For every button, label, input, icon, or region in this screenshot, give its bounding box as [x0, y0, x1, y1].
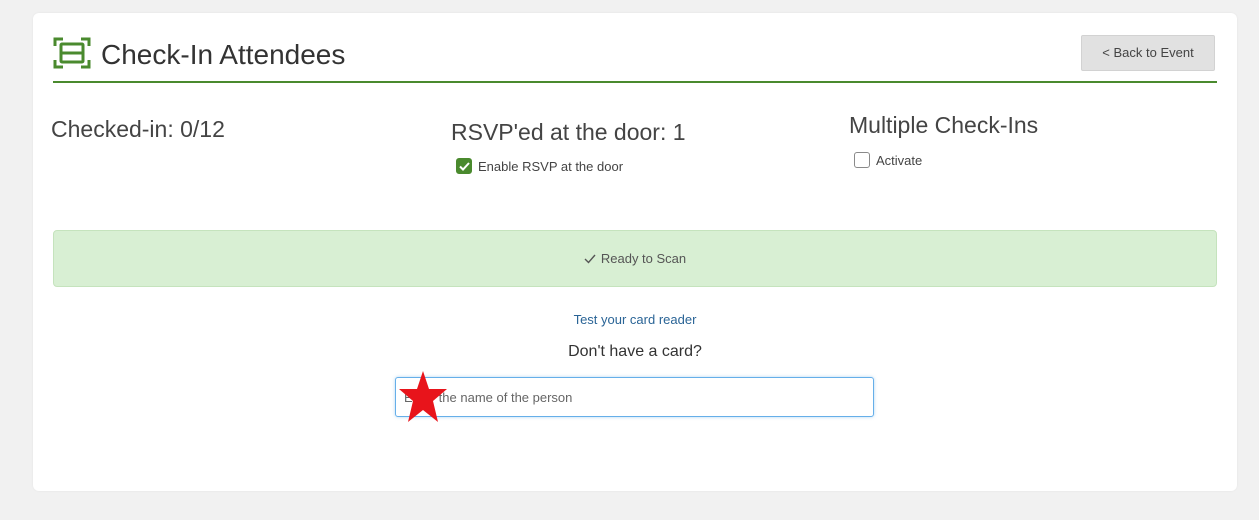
- checkmark-icon: [584, 254, 596, 264]
- ready-to-scan-banner: Ready to Scan: [53, 230, 1217, 287]
- page-title: Check-In Attendees: [101, 39, 346, 70]
- activate-checkbox[interactable]: [854, 152, 870, 168]
- activate-multiple-checkins-option[interactable]: Activate: [854, 152, 922, 168]
- enable-rsvp-option[interactable]: Enable RSVP at the door: [456, 158, 623, 174]
- enable-rsvp-label: Enable RSVP at the door: [478, 158, 624, 174]
- rsvp-at-door-count: RSVP'ed at the door: 1: [451, 119, 686, 145]
- check-in-card: Check-In Attendees < Back to Event Check…: [33, 13, 1237, 491]
- barcode-scanner-icon: [53, 37, 91, 69]
- no-card-prompt: Don't have a card?: [568, 343, 702, 360]
- back-to-event-button[interactable]: < Back to Event: [1081, 35, 1215, 71]
- ready-to-scan-text: Ready to Scan: [600, 251, 687, 266]
- page-header: Check-In Attendees < Back to Event: [53, 33, 1217, 83]
- checkmark-icon: [458, 161, 470, 171]
- activate-label: Activate: [876, 152, 923, 168]
- enable-rsvp-checkbox[interactable]: [456, 158, 472, 174]
- multiple-checkins-heading: Multiple Check-Ins: [849, 112, 1039, 138]
- red-star-icon: [399, 371, 447, 422]
- person-name-input[interactable]: [395, 377, 874, 417]
- checked-in-count: Checked-in: 0/12: [51, 116, 225, 142]
- test-card-reader-link[interactable]: Test your card reader: [33, 312, 1237, 327]
